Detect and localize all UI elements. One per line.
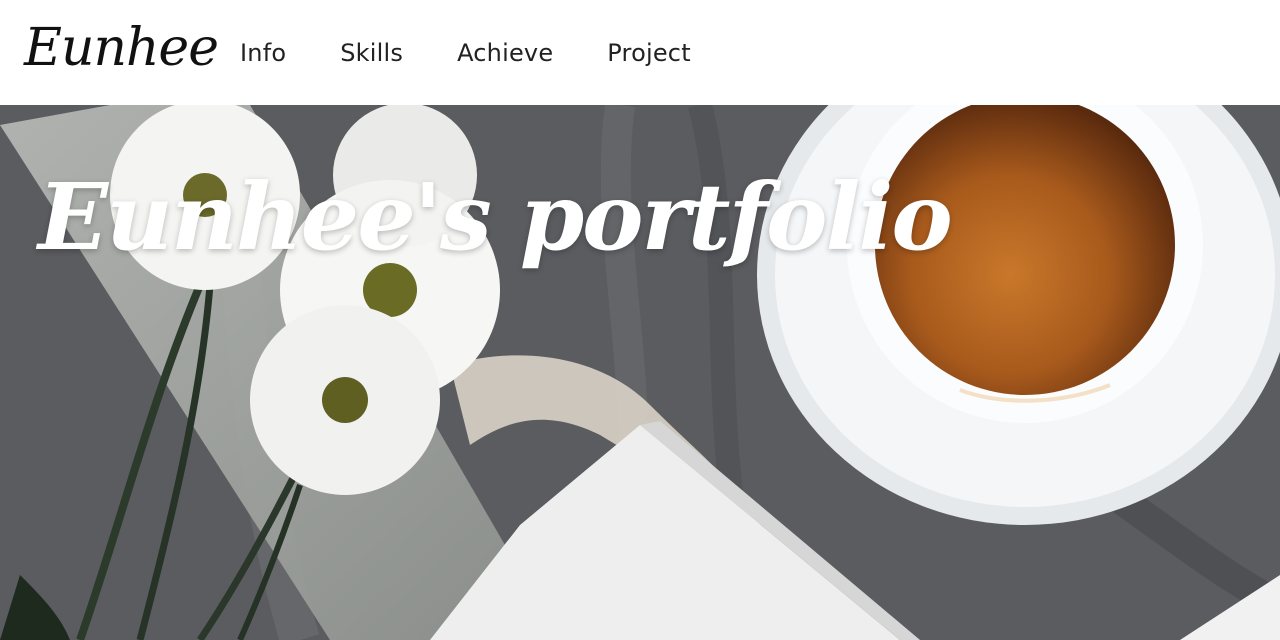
nav-link-project[interactable]: Project <box>607 39 691 67</box>
nav-link-info[interactable]: Info <box>240 39 286 67</box>
brand-logo[interactable]: Eunhee <box>24 16 219 80</box>
hero-banner: Eunhee's portfolio <box>0 105 1280 640</box>
main-nav: Info Skills Achieve Project <box>240 0 745 105</box>
nav-link-achieve[interactable]: Achieve <box>457 39 553 67</box>
nav-link-skills[interactable]: Skills <box>340 39 403 67</box>
top-navigation-bar: Eunhee Info Skills Achieve Project <box>0 0 1280 105</box>
hero-title: Eunhee's portfolio <box>38 163 953 271</box>
